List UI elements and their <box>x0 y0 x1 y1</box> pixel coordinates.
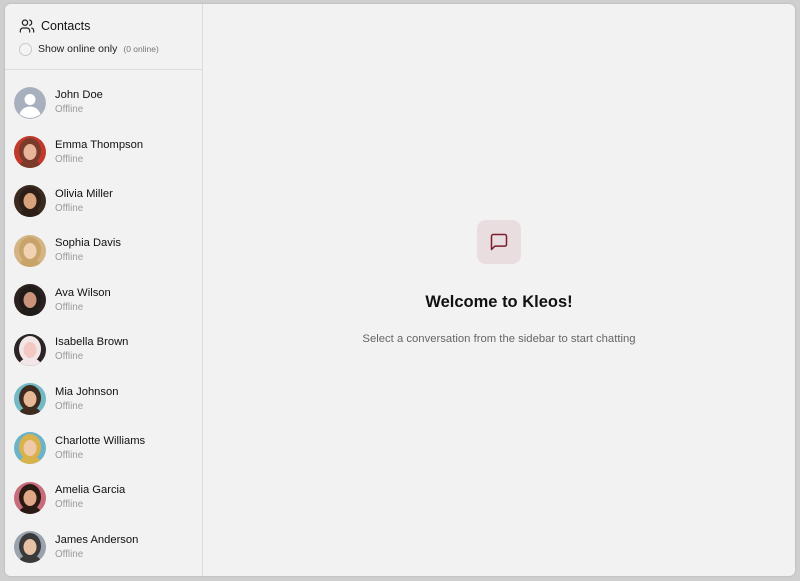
message-square-icon <box>477 220 521 264</box>
contact-status: Offline <box>55 301 84 313</box>
contact-item[interactable]: John Doe Offline <box>5 78 202 127</box>
avatar <box>14 284 46 317</box>
contact-item[interactable]: Emma Thompson Offline <box>5 127 202 176</box>
contact-text: Amelia Garcia Offline <box>55 483 125 512</box>
contact-text: Sophia Davis Offline <box>55 236 121 265</box>
avatar <box>14 383 46 416</box>
contact-item[interactable]: James Anderson Offline <box>5 523 202 572</box>
online-only-checkbox[interactable] <box>19 42 32 56</box>
avatar <box>14 234 46 267</box>
contact-name: Sophia Davis <box>55 237 121 250</box>
welcome-title: Welcome to Kleos! <box>425 293 573 311</box>
contact-status: Offline <box>55 548 84 560</box>
sidebar-title: Contacts <box>41 19 91 33</box>
main-panel: Welcome to Kleos! Select a conversation … <box>203 4 795 576</box>
contact-status: Offline <box>55 104 84 116</box>
welcome-subtitle: Select a conversation from the sidebar t… <box>362 333 636 345</box>
contact-status: Offline <box>55 449 84 461</box>
contact-name: John Doe <box>55 89 103 102</box>
online-count: (0 online) <box>123 44 159 54</box>
contact-name: Mia Johnson <box>55 385 119 398</box>
contact-name: Olivia Miller <box>55 187 113 200</box>
welcome-section: Welcome to Kleos! Select a conversation … <box>203 220 795 345</box>
contact-item[interactable]: Charlotte Williams Offline <box>5 424 202 473</box>
contact-item[interactable]: Mia Johnson Offline <box>5 374 202 423</box>
contact-item[interactable]: Ava Wilson Offline <box>5 276 202 325</box>
contact-text: Charlotte Williams Offline <box>55 434 145 463</box>
avatar <box>14 531 46 564</box>
contact-text: Ava Wilson Offline <box>55 286 111 315</box>
contact-text: Mia Johnson Offline <box>55 385 118 414</box>
avatar <box>14 333 46 366</box>
contact-name: Ava Wilson <box>55 286 111 299</box>
sidebar-title-row: Contacts <box>19 16 202 36</box>
contact-text: John Doe Offline <box>55 88 103 117</box>
sidebar: Contacts Show online only (0 online) Joh… <box>5 4 203 576</box>
app-window: Contacts Show online only (0 online) Joh… <box>5 4 795 576</box>
contact-name: Amelia Garcia <box>55 484 126 497</box>
contact-name: James Anderson <box>55 533 139 546</box>
contact-item[interactable]: Sophia Davis Offline <box>5 226 202 275</box>
contact-text: Isabella Brown Offline <box>55 335 128 364</box>
contact-status: Offline <box>55 153 84 165</box>
avatar <box>14 432 46 465</box>
contact-text: Olivia Miller Offline <box>55 187 113 216</box>
online-only-label[interactable]: Show online only <box>38 43 117 55</box>
contact-status: Offline <box>55 202 84 214</box>
avatar <box>14 136 46 169</box>
contact-name: Emma Thompson <box>55 138 144 151</box>
contact-status: Offline <box>55 252 84 264</box>
contact-item[interactable]: Isabella Brown Offline <box>5 325 202 374</box>
contact-name: Isabella Brown <box>55 336 129 349</box>
contact-list: John Doe Offline Emma Thompson Offline Olivi… <box>5 70 202 576</box>
contact-item[interactable]: Olivia Miller Offline <box>5 177 202 226</box>
online-filter[interactable]: Show online only (0 online) <box>19 40 202 58</box>
avatar <box>14 481 46 514</box>
contact-status: Offline <box>55 351 84 363</box>
contact-status: Offline <box>55 499 84 511</box>
avatar <box>14 185 46 218</box>
contact-name: Charlotte Williams <box>55 434 146 447</box>
users-icon <box>19 18 35 34</box>
contact-text: James Anderson Offline <box>55 533 138 562</box>
contact-status: Offline <box>55 400 84 412</box>
contact-text: Emma Thompson Offline <box>55 138 143 167</box>
default-avatar-icon <box>14 86 46 119</box>
contact-item[interactable]: Amelia Garcia Offline <box>5 473 202 522</box>
sidebar-header: Contacts Show online only (0 online) <box>5 4 202 70</box>
